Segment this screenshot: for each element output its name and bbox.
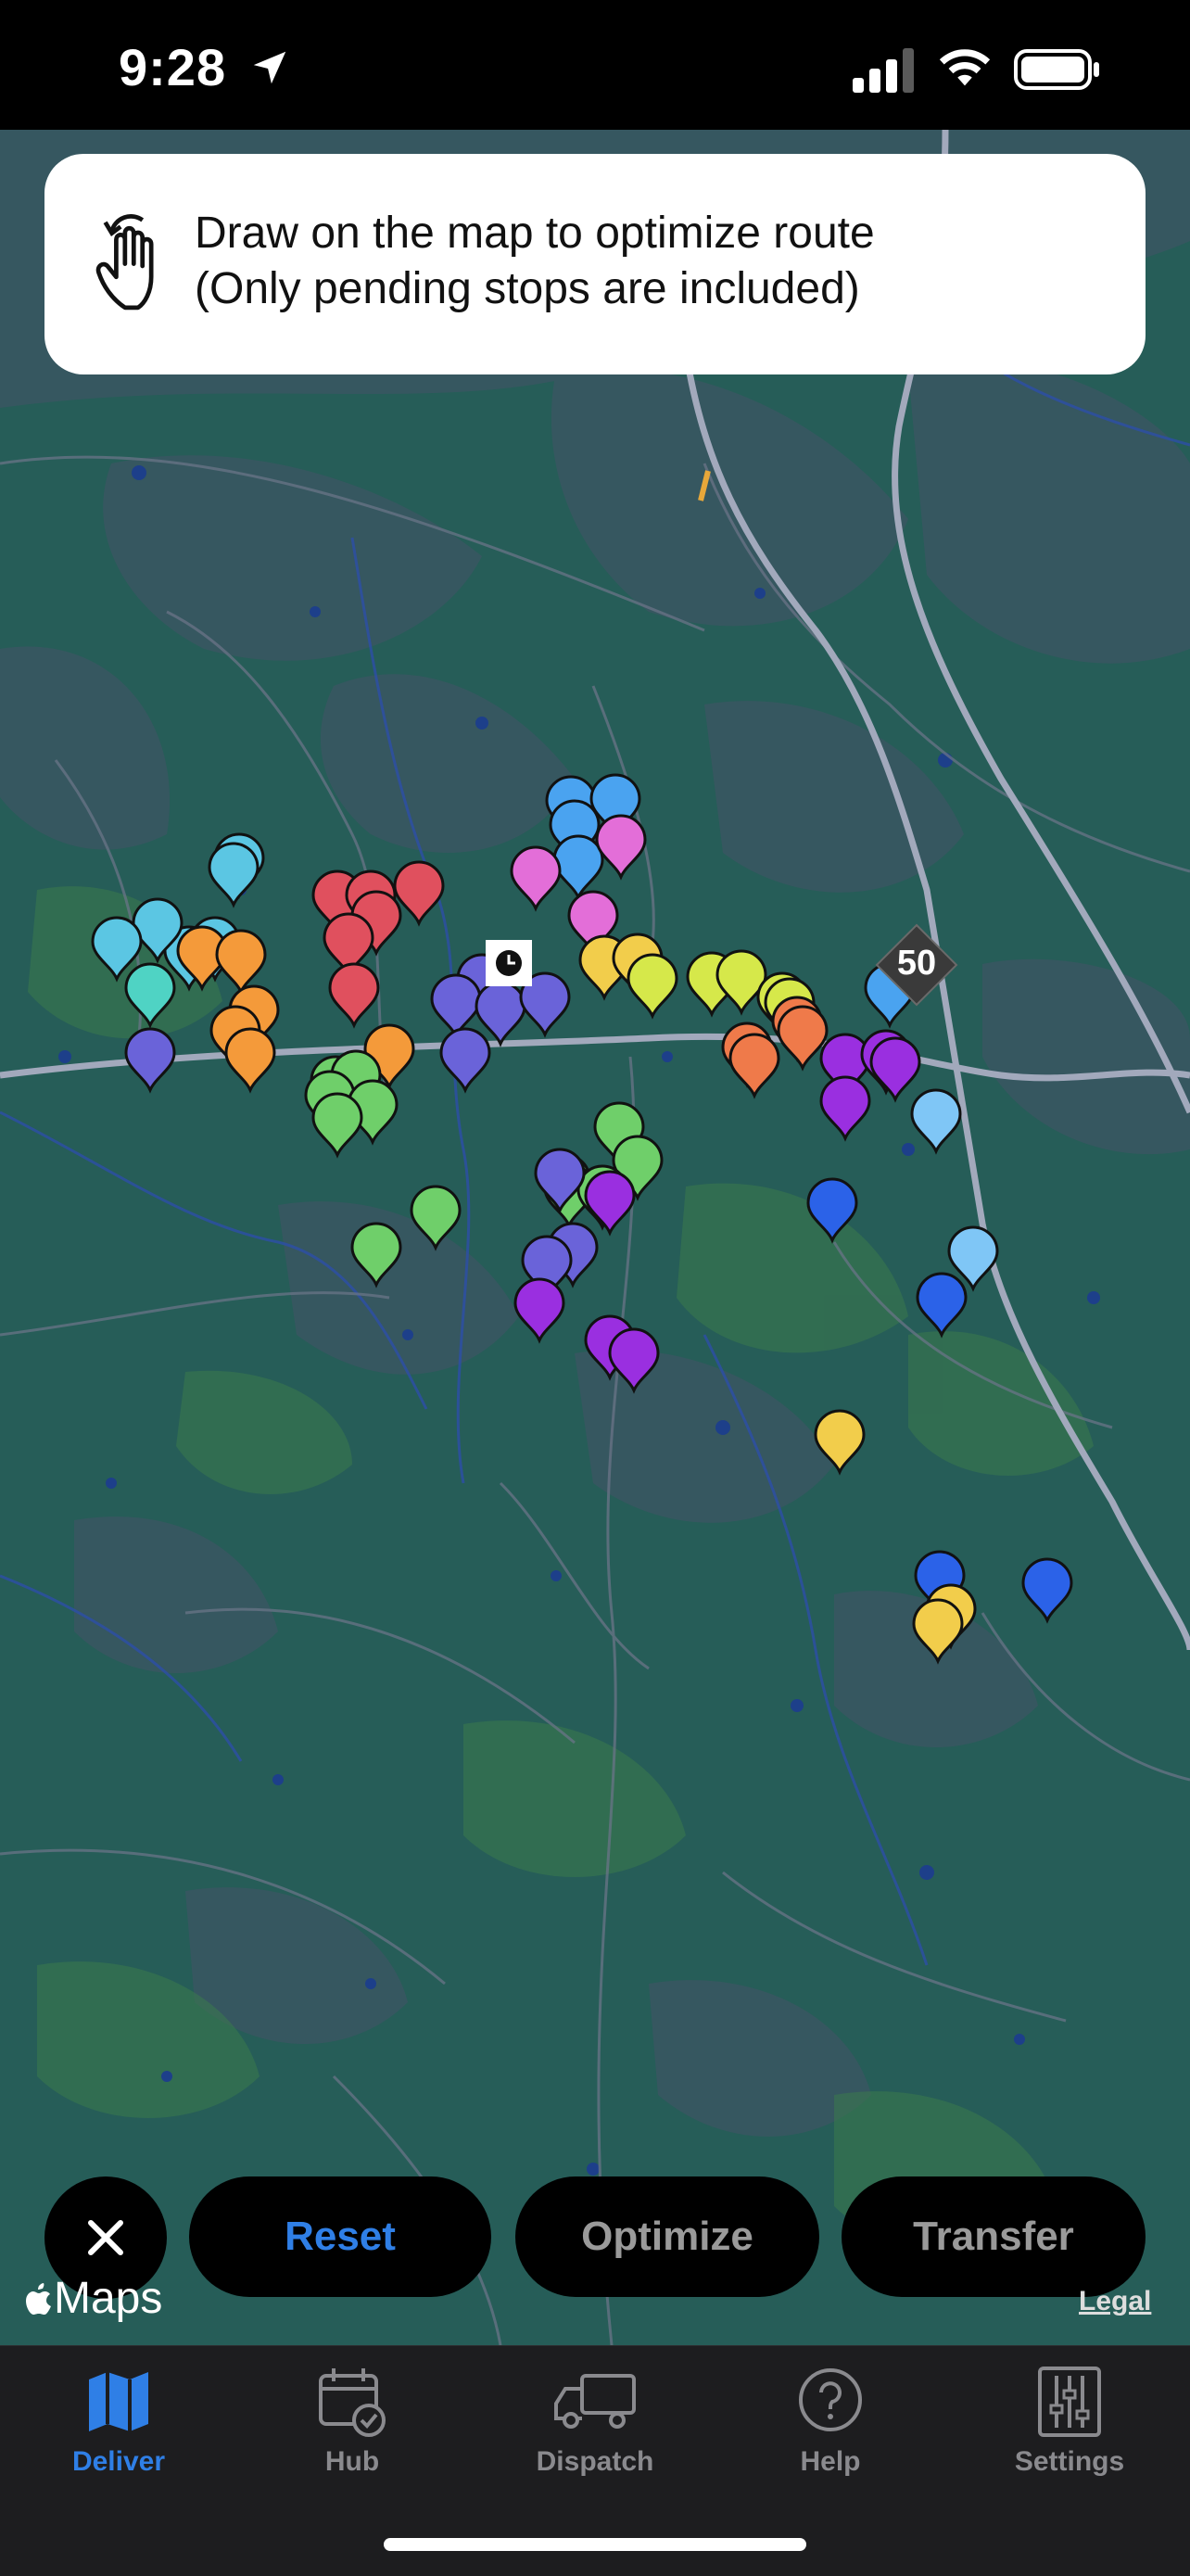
tab-label: Hub — [324, 2446, 380, 2477]
optimize-button[interactable]: Optimize — [515, 2176, 819, 2297]
status-bar: 9:28 — [0, 0, 1190, 130]
apple-maps-logo: Maps — [26, 2273, 162, 2324]
tab-label: Settings — [1014, 2446, 1125, 2477]
transfer-button[interactable]: Transfer — [842, 2176, 1146, 2297]
banner-line-2: (Only pending stops are included) — [195, 264, 860, 313]
calendar-check-icon — [319, 2368, 386, 2437]
tab-help[interactable]: Help — [738, 2365, 923, 2504]
hand-draw-icon — [95, 214, 154, 311]
instruction-banner: Draw on the map to optimize route (Only … — [44, 154, 1146, 374]
maps-attribution: Maps — [54, 2274, 163, 2323]
tab-label: Deliver — [71, 2446, 166, 2477]
cellular-signal-icon — [853, 48, 914, 93]
question-circle-icon — [799, 2368, 862, 2431]
location-arrow-icon — [253, 51, 286, 84]
apple-logo-icon — [26, 2283, 51, 2315]
tab-dispatch[interactable]: Dispatch — [502, 2365, 688, 2504]
wifi-icon — [939, 49, 991, 86]
banner-line-1: Draw on the map to optimize route — [195, 209, 875, 258]
highway-shield-label: 50 — [896, 944, 937, 983]
sliders-icon — [1038, 2367, 1101, 2437]
reset-button[interactable]: Reset — [189, 2176, 491, 2297]
close-icon — [88, 2220, 123, 2255]
status-time: 9:28 — [119, 38, 227, 96]
legal-link[interactable]: Legal — [1079, 2286, 1151, 2317]
tab-settings[interactable]: Settings — [977, 2365, 1162, 2504]
truck-icon — [554, 2374, 636, 2429]
map-icon — [89, 2372, 148, 2431]
battery-icon — [1014, 49, 1099, 90]
tab-hub[interactable]: Hub — [260, 2365, 445, 2504]
home-indicator — [384, 2538, 806, 2551]
tab-deliver[interactable]: Deliver — [26, 2365, 211, 2504]
depot-clock-icon[interactable] — [486, 940, 532, 986]
tab-label: Dispatch — [536, 2446, 654, 2477]
tab-label: Help — [800, 2446, 861, 2477]
